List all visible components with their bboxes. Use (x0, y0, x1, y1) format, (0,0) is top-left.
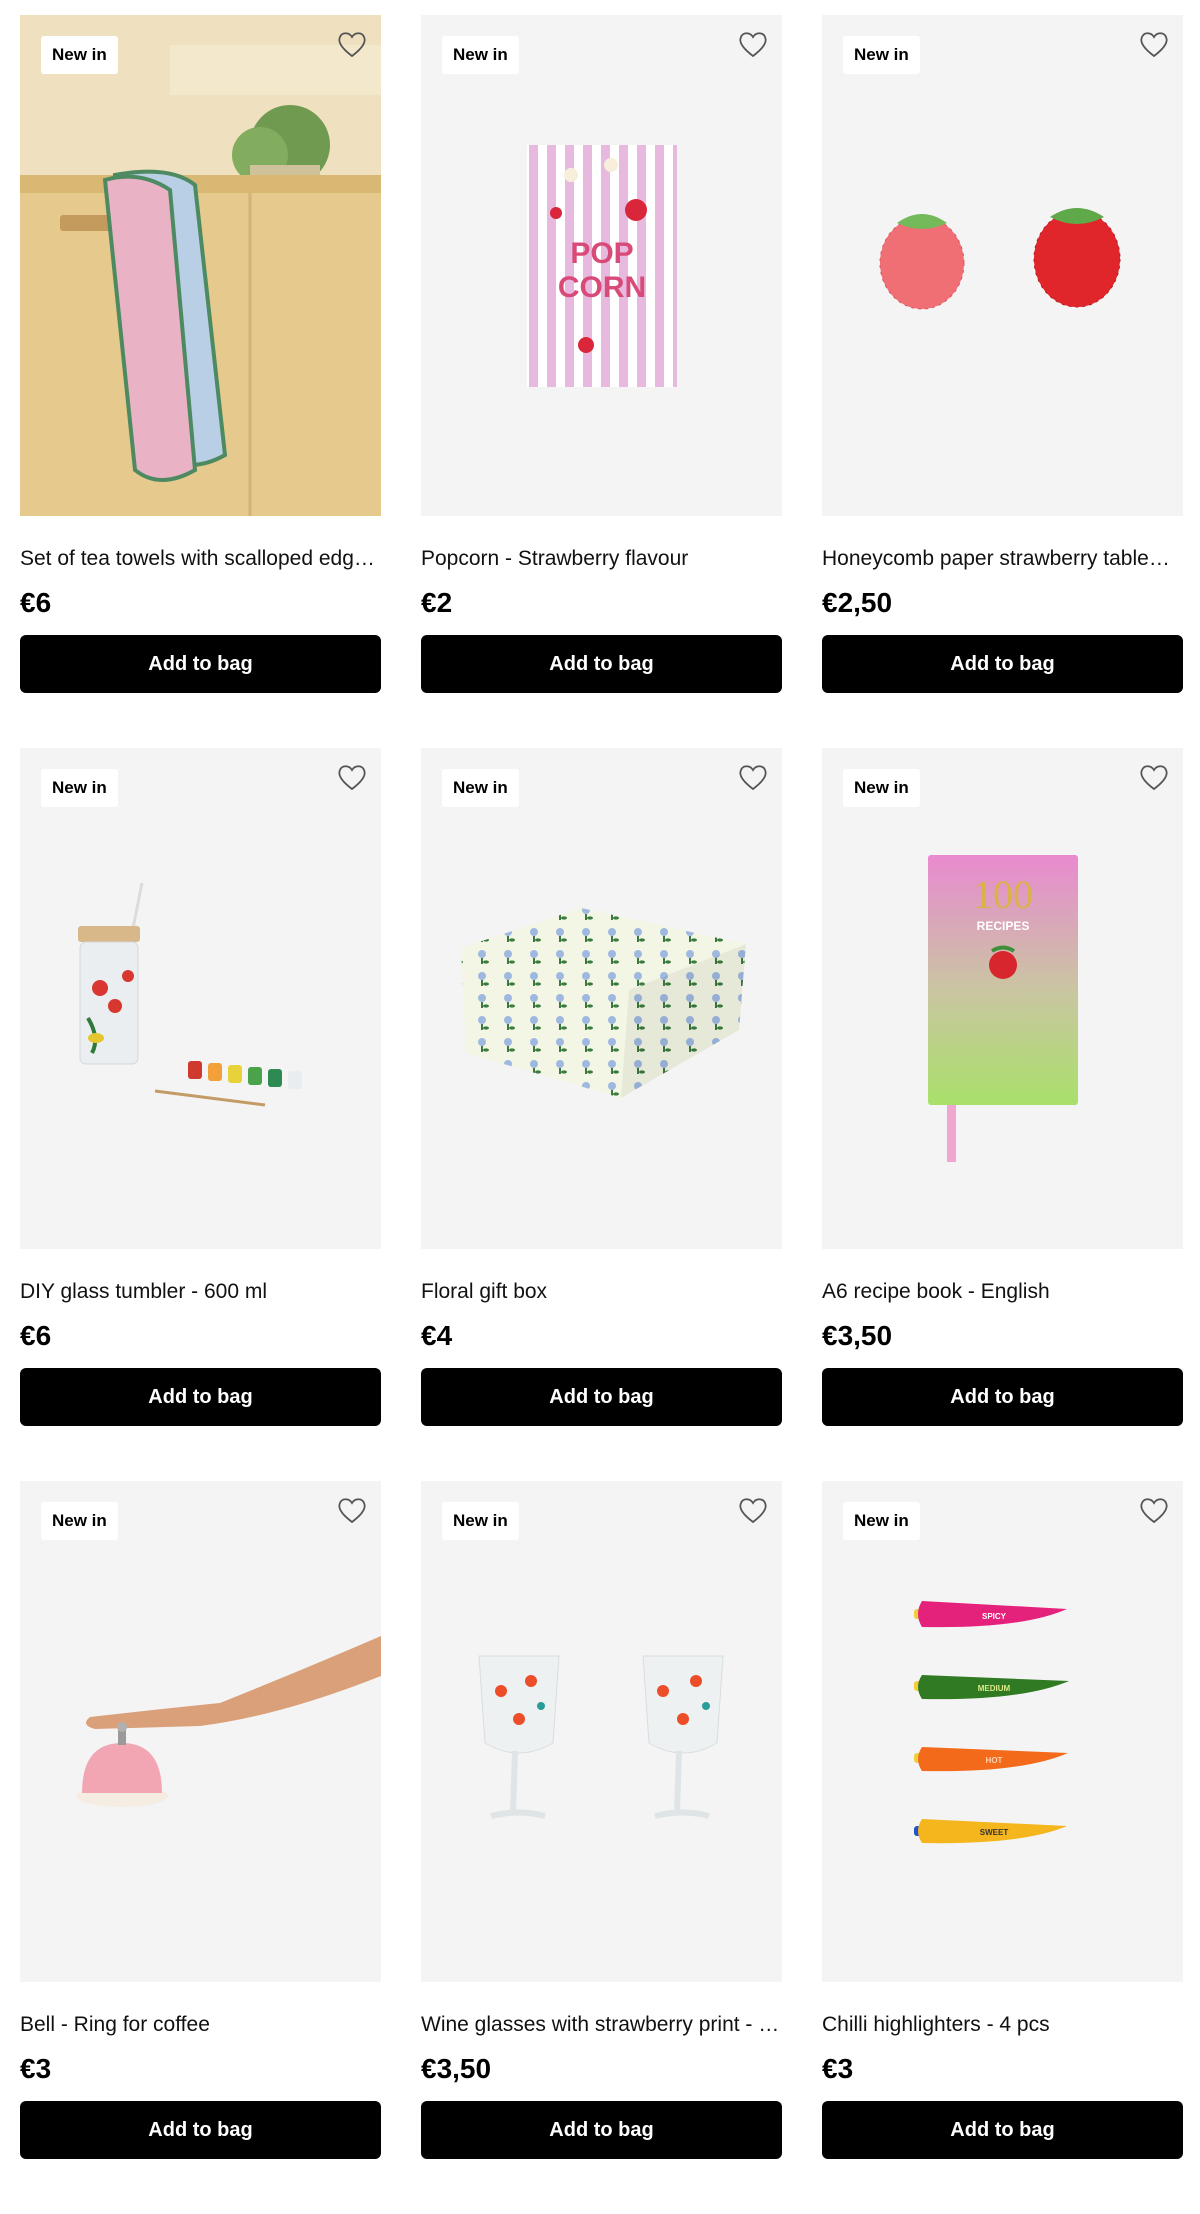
product-price: €3,50 (822, 1320, 893, 1351)
heart-outline-icon[interactable] (336, 762, 368, 792)
product-card[interactable]: New in Floral gift box €4 Add to bag (421, 748, 782, 1481)
product-media[interactable]: New in (822, 15, 1183, 516)
product-card[interactable]: SPICY MEDIUM HOT SWEET New in Chilli hig… (822, 1481, 1183, 2214)
product-title[interactable]: A6 recipe book - English (822, 1278, 1183, 1306)
product-price: €2,50 (822, 587, 893, 618)
add-to-bag-button[interactable]: Add to bag (20, 2101, 381, 2159)
new-in-badge: New in (41, 1502, 118, 1540)
wine-glasses-image (478, 1655, 724, 1819)
product-title[interactable]: Popcorn - Strawberry flavour (421, 545, 782, 573)
product-price: €3,50 (421, 2053, 492, 2084)
pen-label: HOT (986, 1756, 1003, 1765)
product-card[interactable]: New in Bell - Ring for coffee €3 Add to … (20, 1481, 381, 2214)
new-in-badge: New in (843, 769, 920, 807)
product-grid: New in Set of tea towels with scalloped … (20, 15, 1183, 2214)
product-card[interactable]: New in DIY glass tumbler - 600 ml €6 Add… (20, 748, 381, 1481)
add-to-bag-button[interactable]: Add to bag (421, 635, 782, 693)
book-cover-number: 100 (973, 872, 1033, 917)
product-title[interactable]: DIY glass tumbler - 600 ml (20, 1278, 381, 1306)
svg-text:CORN: CORN (558, 271, 646, 304)
product-media[interactable]: New in (421, 1481, 782, 1982)
product-media[interactable]: SPICY MEDIUM HOT SWEET New in (822, 1481, 1183, 1982)
new-in-badge: New in (442, 769, 519, 807)
heart-outline-icon[interactable] (1138, 29, 1170, 59)
new-in-badge: New in (843, 1502, 920, 1540)
product-card[interactable]: POP CORN New in Popcorn - Strawberry fla… (421, 15, 782, 748)
heart-outline-icon[interactable] (1138, 762, 1170, 792)
new-in-badge: New in (442, 36, 519, 74)
product-media[interactable]: New in (20, 15, 381, 516)
product-title[interactable]: Wine glasses with strawberry print - 2… (421, 2011, 782, 2039)
gift-box-image (461, 908, 746, 1098)
pen-label: SWEET (980, 1828, 1009, 1837)
chilli-highlighters-image: SPICY MEDIUM HOT SWEET (914, 1601, 1069, 1844)
pen-label: MEDIUM (978, 1684, 1011, 1693)
product-title[interactable]: Set of tea towels with scalloped edge… (20, 545, 381, 573)
paper-strawberries-image (879, 208, 1121, 310)
add-to-bag-button[interactable]: Add to bag (20, 1368, 381, 1426)
heart-outline-icon[interactable] (737, 762, 769, 792)
tea-towels-image (20, 15, 381, 516)
product-media[interactable]: New in (20, 748, 381, 1249)
add-to-bag-button[interactable]: Add to bag (421, 2101, 782, 2159)
product-media[interactable]: 100 RECIPES New in (822, 748, 1183, 1249)
add-to-bag-button[interactable]: Add to bag (822, 635, 1183, 693)
product-card[interactable]: New in Honeycomb paper strawberry table…… (822, 15, 1183, 748)
product-card[interactable]: New in Set of tea towels with scalloped … (20, 15, 381, 748)
product-price: €6 (20, 1320, 52, 1351)
product-media[interactable]: POP CORN New in (421, 15, 782, 516)
recipe-book-image: 100 RECIPES (928, 855, 1078, 1162)
glass-tumbler-image (78, 882, 302, 1107)
new-in-badge: New in (843, 36, 920, 74)
product-price: €2 (421, 587, 453, 618)
coffee-bell-image (76, 1636, 381, 1807)
heart-outline-icon[interactable] (336, 1495, 368, 1525)
product-card[interactable]: 100 RECIPES New in A6 recipe book - Engl… (822, 748, 1183, 1481)
heart-outline-icon[interactable] (737, 29, 769, 59)
new-in-badge: New in (41, 769, 118, 807)
product-title[interactable]: Chilli highlighters - 4 pcs (822, 2011, 1183, 2039)
new-in-badge: New in (41, 36, 118, 74)
add-to-bag-button[interactable]: Add to bag (421, 1368, 782, 1426)
product-price: €3 (822, 2053, 854, 2084)
book-cover-word: RECIPES (977, 919, 1030, 933)
product-title[interactable]: Bell - Ring for coffee (20, 2011, 381, 2039)
product-media[interactable]: New in (20, 1481, 381, 1982)
product-card[interactable]: New in Wine glasses with strawberry prin… (421, 1481, 782, 2214)
product-title[interactable]: Honeycomb paper strawberry table… (822, 545, 1183, 573)
heart-outline-icon[interactable] (336, 29, 368, 59)
product-price: €6 (20, 587, 52, 618)
add-to-bag-button[interactable]: Add to bag (20, 635, 381, 693)
heart-outline-icon[interactable] (1138, 1495, 1170, 1525)
product-media[interactable]: New in (421, 748, 782, 1249)
add-to-bag-button[interactable]: Add to bag (822, 1368, 1183, 1426)
product-price: €4 (421, 1320, 453, 1351)
product-title[interactable]: Floral gift box (421, 1278, 782, 1306)
svg-text:POP: POP (570, 237, 633, 270)
new-in-badge: New in (442, 1502, 519, 1540)
heart-outline-icon[interactable] (737, 1495, 769, 1525)
popcorn-bag-image: POP CORN (527, 145, 677, 387)
product-price: €3 (20, 2053, 52, 2084)
pen-label: SPICY (982, 1612, 1007, 1621)
add-to-bag-button[interactable]: Add to bag (822, 2101, 1183, 2159)
